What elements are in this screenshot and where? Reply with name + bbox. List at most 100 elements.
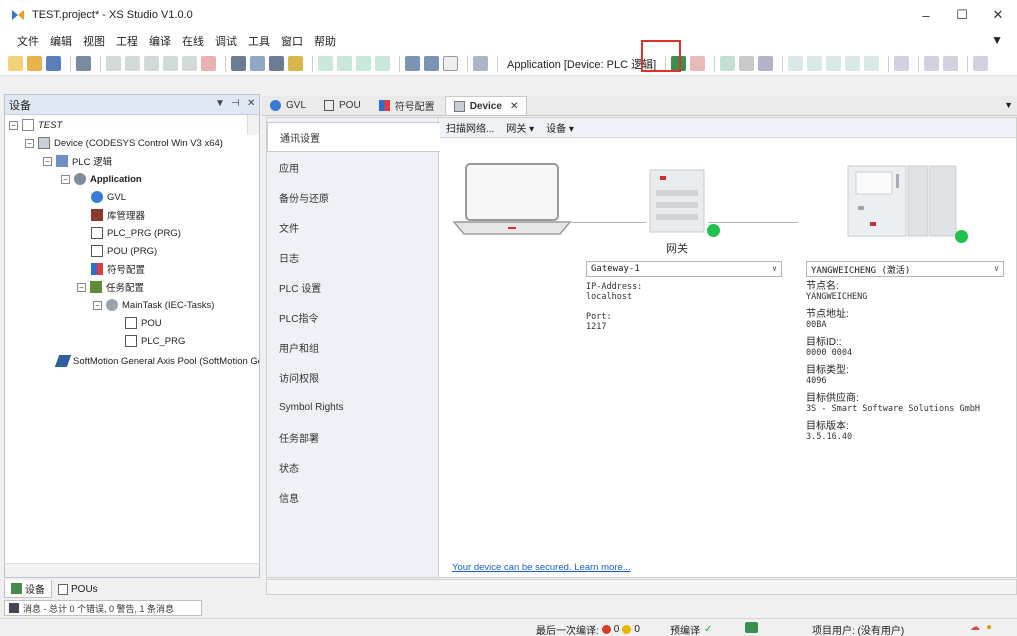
unforce-icon[interactable] — [943, 56, 959, 71]
device-menu-button[interactable]: 设备 ▾ — [546, 120, 574, 135]
build-icon[interactable] — [424, 56, 439, 71]
copy-icon[interactable] — [163, 56, 178, 71]
step-out-icon[interactable] — [826, 56, 842, 71]
collapse-icon[interactable]: − — [25, 138, 34, 148]
tab-symbol-config[interactable]: 符号配置 — [371, 96, 443, 115]
collapse-icon[interactable]: − — [93, 300, 102, 310]
nav-users-groups[interactable]: 用户和组 — [267, 332, 438, 362]
collapse-icon[interactable]: − — [43, 156, 52, 166]
tab-device[interactable]: Device ✕ — [444, 96, 528, 115]
open-project-icon[interactable] — [27, 56, 42, 71]
tree-item-device[interactable]: − Device (CODESYS Control Win V3 x64) — [25, 135, 223, 151]
new-project-icon[interactable] — [8, 56, 23, 71]
run-to-cursor-icon[interactable] — [845, 56, 861, 71]
panel-pin-icon[interactable]: ⊣ — [231, 98, 240, 109]
undo-icon[interactable] — [106, 56, 121, 71]
tab-pous[interactable]: POUs — [52, 580, 104, 598]
secure-device-link[interactable]: Your device can be secured. Learn more..… — [452, 562, 631, 573]
logout-icon[interactable] — [690, 56, 706, 71]
redo-icon[interactable] — [125, 56, 140, 71]
collapse-icon[interactable]: − — [77, 282, 86, 292]
precompile-status[interactable]: 预编译 ✓ — [670, 622, 712, 636]
compile-icon[interactable] — [473, 56, 488, 71]
panel-close-icon[interactable]: ✕ — [247, 98, 255, 109]
menu-file[interactable]: 文件 — [17, 33, 39, 49]
print-icon[interactable] — [76, 56, 91, 71]
tree-scroll-up[interactable] — [247, 115, 259, 135]
device-select[interactable]: YANGWEICHENG (激活) ∨ — [806, 261, 1004, 277]
nav-plc-settings[interactable]: PLC 设置 — [267, 272, 438, 302]
editor-horizontal-scrollbar[interactable] — [266, 579, 1017, 595]
collapse-icon[interactable]: − — [9, 120, 18, 130]
nav-applications[interactable]: 应用 — [267, 152, 438, 182]
tree-item-plc-logic[interactable]: − PLC 逻辑 — [43, 153, 112, 169]
nav-communication-settings[interactable]: 通讯设置 — [267, 122, 440, 152]
menu-debug[interactable]: 调试 — [215, 33, 237, 49]
nav-backup-restore[interactable]: 备份与还原 — [267, 182, 438, 212]
cloud-icon[interactable]: ☁ — [970, 622, 980, 633]
nav-files[interactable]: 文件 — [267, 212, 438, 242]
save-icon[interactable] — [46, 56, 61, 71]
tree-item-gvl[interactable]: GVL — [91, 189, 126, 205]
collapse-icon[interactable]: − — [61, 174, 70, 184]
paste-icon[interactable] — [182, 56, 197, 71]
tree-item-task-plc-prg[interactable]: PLC_PRG — [125, 333, 185, 349]
delete-icon[interactable] — [201, 56, 216, 71]
pin-icon[interactable]: ▼ — [991, 33, 1003, 47]
menu-help[interactable]: 帮助 — [314, 33, 336, 49]
gateway-select[interactable]: Gateway-1 ∨ — [586, 261, 782, 277]
tab-list-icon[interactable]: ▼ — [1004, 100, 1013, 110]
bookmark-prev-icon[interactable] — [356, 56, 371, 71]
stop-icon[interactable] — [739, 56, 755, 71]
find-next-icon[interactable] — [269, 56, 284, 71]
reset-icon[interactable] — [758, 56, 774, 71]
bookmark-icon[interactable] — [288, 56, 303, 71]
gateway-menu-button[interactable]: 网关 ▾ — [506, 120, 534, 135]
menu-window[interactable]: 窗口 — [281, 33, 303, 49]
tree-item-task-pou[interactable]: POU — [125, 315, 162, 331]
close-button[interactable]: ✕ — [975, 0, 1017, 30]
tab-devices[interactable]: 设备 — [4, 580, 52, 598]
login-status-icon[interactable] — [745, 622, 758, 633]
window-icon[interactable] — [405, 56, 420, 71]
cut-icon[interactable] — [144, 56, 159, 71]
bookmark-toggle-icon[interactable] — [318, 56, 333, 71]
tree-item-symbol-config[interactable]: 符号配置 — [91, 261, 145, 277]
messages-bar[interactable]: 消息 - 总计 0 个错误, 0 警告, 1 条消息 — [4, 600, 202, 616]
nav-access-rights[interactable]: 访问权限 — [267, 362, 438, 392]
menu-online[interactable]: 在线 — [182, 33, 204, 49]
tree-item-softmotion[interactable]: SoftMotion General Axis Pool (SoftMotion… — [54, 353, 259, 369]
nav-task-deployment[interactable]: 任务部署 — [267, 422, 438, 452]
panel-menu-icon[interactable]: ▼ — [215, 98, 225, 109]
nav-information[interactable]: 信息 — [267, 482, 438, 512]
tree-item-plc-prg[interactable]: PLC_PRG (PRG) — [91, 225, 181, 241]
nav-log[interactable]: 日志 — [267, 242, 438, 272]
menu-tools[interactable]: 工具 — [248, 33, 270, 49]
bookmark-clear-icon[interactable] — [375, 56, 390, 71]
tab-gvl[interactable]: GVL — [262, 96, 314, 115]
menu-edit[interactable]: 编辑 — [50, 33, 72, 49]
tree-item-pou[interactable]: POU (PRG) — [91, 243, 157, 259]
find-icon[interactable] — [231, 56, 246, 71]
menu-view[interactable]: 视图 — [83, 33, 105, 49]
scan-network-button[interactable]: 扫描网络... — [446, 120, 494, 135]
step-over-icon[interactable] — [788, 56, 804, 71]
tree-item-library-manager[interactable]: 库管理器 — [91, 207, 145, 223]
tree-item-task-config[interactable]: − 任务配置 — [77, 279, 144, 295]
run-icon[interactable] — [720, 56, 736, 71]
close-tab-icon[interactable]: ✕ — [510, 101, 518, 112]
step-into-icon[interactable] — [807, 56, 823, 71]
tree-item-application[interactable]: − Application — [61, 171, 142, 187]
bookmark-next-icon[interactable] — [337, 56, 352, 71]
nav-status[interactable]: 状态 — [267, 452, 438, 482]
tree-item-main-task[interactable]: − MainTask (IEC-Tasks) — [93, 297, 214, 313]
trace-icon[interactable] — [973, 56, 989, 71]
page-icon[interactable] — [443, 56, 458, 71]
tab-pou[interactable]: POU — [316, 96, 369, 115]
replace-icon[interactable] — [250, 56, 265, 71]
write-values-icon[interactable] — [894, 56, 910, 71]
nav-plc-shell[interactable]: PLC指令 — [267, 302, 438, 332]
tree-item-test[interactable]: − TEST — [9, 117, 62, 133]
tree-horizontal-scrollbar[interactable] — [5, 563, 259, 577]
nav-symbol-rights[interactable]: Symbol Rights — [267, 392, 438, 422]
